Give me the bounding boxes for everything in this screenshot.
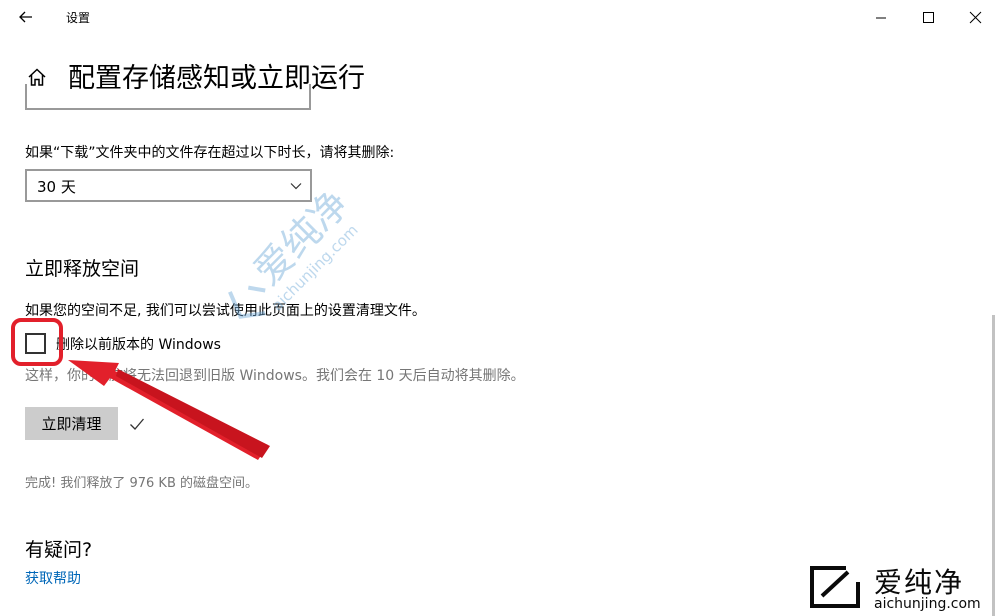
title-bar: 设置 [0, 0, 1000, 36]
close-button[interactable] [952, 0, 998, 36]
back-button[interactable] [14, 5, 38, 29]
app-title: 设置 [66, 11, 91, 25]
get-help-link[interactable]: 获取帮助 [25, 568, 81, 588]
minimize-icon [876, 17, 886, 19]
watermark-corner-cn: 爱纯净 [874, 566, 965, 599]
dropdown-selected-value: 30 天 [37, 178, 76, 196]
watermark-logo-icon [810, 566, 860, 608]
checkbox-label: 删除以前版本的 Windows [56, 337, 221, 353]
scrollbar-thumb[interactable] [992, 315, 995, 616]
minimize-button[interactable] [858, 0, 904, 36]
checkmark-icon [130, 418, 144, 430]
downloads-duration-dropdown[interactable]: 30 天 [25, 169, 312, 202]
maximize-icon [923, 12, 934, 23]
previous-dropdown[interactable] [25, 84, 311, 110]
clean-result-text: 完成! 我们释放了 976 KB 的磁盘空间。 [25, 476, 258, 491]
chevron-down-icon [290, 183, 302, 190]
annotation-highlight-ring [11, 318, 63, 366]
downloads-duration-label: 如果“下载”文件夹中的文件存在超过以下时长，请将其删除: [25, 145, 395, 161]
back-arrow-icon [19, 11, 32, 23]
clean-now-button[interactable]: 立即清理 [25, 407, 118, 440]
watermark-corner-en: aichunjing.com [874, 596, 981, 612]
free-space-description: 如果您的空间不足, 我们可以尝试使用此页面上的设置清理文件。 [25, 303, 426, 319]
maximize-button[interactable] [905, 0, 951, 36]
close-icon [969, 11, 982, 24]
free-space-heading: 立即释放空间 [25, 258, 140, 280]
checkbox-description: 这样，你的电脑将无法回退到旧版 Windows。我们会在 10 天后自动将其删除… [25, 368, 525, 384]
help-heading: 有疑问? [25, 539, 93, 561]
